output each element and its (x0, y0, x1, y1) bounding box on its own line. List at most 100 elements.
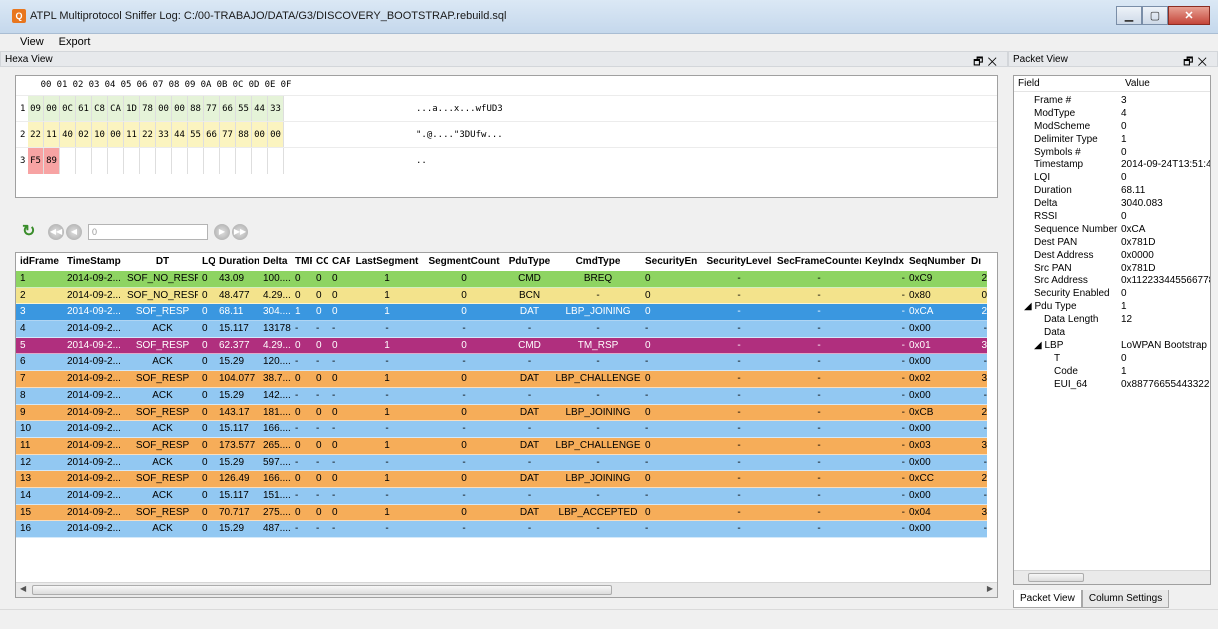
panel-float-close-icon[interactable]: 🗗✕ (1183, 53, 1211, 72)
packet-field-row[interactable]: Duration 68.11 (1014, 185, 1210, 198)
table-row[interactable]: 6 2014-09-2... ACK 0 15.29 120.... - - - - - - - - - - -… (16, 354, 987, 372)
table-row[interactable]: 9 2014-09-2... SOF_RESP 0 143.17 181.... 0 0 0 1 0… (16, 404, 987, 422)
hex-byte[interactable]: 66 (204, 122, 220, 148)
panel-float-close-icon[interactable]: 🗗✕ (973, 53, 1001, 72)
hex-byte[interactable]: 1D (124, 96, 140, 122)
packet-field-row[interactable]: Delimiter Type 1 (1014, 134, 1210, 147)
hex-byte[interactable] (92, 148, 108, 174)
hex-byte[interactable]: 44 (252, 96, 268, 122)
first-icon[interactable]: ◀◀ (48, 224, 64, 240)
frame-position-input[interactable]: 0 (88, 224, 208, 240)
hex-byte[interactable]: 55 (188, 122, 204, 148)
packet-field-row[interactable]: LQI 0 (1014, 172, 1210, 185)
packet-field-row[interactable]: T0 (1014, 353, 1210, 366)
packet-field-row[interactable]: Delta 3040.083 (1014, 198, 1210, 211)
hex-byte[interactable] (140, 148, 156, 174)
hex-byte[interactable] (172, 148, 188, 174)
hex-byte[interactable]: 09 (28, 96, 44, 122)
hex-byte[interactable]: 00 (252, 122, 268, 148)
hex-byte[interactable]: 88 (236, 122, 252, 148)
hex-byte[interactable]: 40 (60, 122, 76, 148)
column-header[interactable]: KeyIndx (861, 253, 905, 271)
packet-field-row[interactable]: Data Length 12 (1014, 314, 1210, 327)
packet-field-row[interactable]: Src Address 0x112233445566778 (1014, 275, 1210, 288)
minimize-button[interactable]: ▁ (1116, 6, 1142, 25)
hex-byte[interactable]: 61 (76, 96, 92, 122)
refresh-icon[interactable]: ↻ (22, 224, 38, 240)
table-row[interactable]: 12 2014-09-2... ACK 0 15.29 597.... - - - - - - - - - -… (16, 454, 987, 472)
hex-byte[interactable] (252, 148, 268, 174)
table-row[interactable]: 1 2014-09-2... SOF_NO_RESP 0 43.09 100.... 0 0 0… (16, 271, 987, 288)
table-row[interactable]: 13 2014-09-2... SOF_RESP 0 126.49 166.... 0 0 0 1… (16, 471, 987, 488)
scroll-right-icon[interactable]: ▶ (987, 584, 993, 593)
close-button[interactable]: ✕ (1168, 6, 1210, 25)
hex-byte[interactable] (188, 148, 204, 174)
column-header[interactable]: CmdType (551, 253, 641, 271)
hex-byte[interactable] (108, 148, 124, 174)
previous-icon[interactable]: ◀ (66, 224, 82, 240)
hex-byte[interactable] (220, 148, 236, 174)
hex-byte[interactable]: 77 (204, 96, 220, 122)
hex-byte[interactable]: C8 (92, 96, 108, 122)
table-row[interactable]: 5 2014-09-2... SOF_RESP 0 62.377 4.29... 0 0 0 1 0… (16, 337, 987, 355)
hex-byte[interactable] (236, 148, 252, 174)
packet-field-row[interactable]: ◢ LBP LoWPAN Bootstrap (1014, 340, 1210, 353)
packet-field-row[interactable]: Dest PAN 0x781D (1014, 237, 1210, 250)
hex-byte[interactable] (124, 148, 140, 174)
packet-field-row[interactable]: RSSI 0 (1014, 211, 1210, 224)
scroll-left-icon[interactable]: ◀ (20, 584, 26, 593)
column-header[interactable]: SeqNumber (905, 253, 967, 271)
hex-byte[interactable]: 89 (44, 148, 60, 174)
hex-byte[interactable]: 10 (92, 122, 108, 148)
table-row[interactable]: 15 2014-09-2... SOF_RESP 0 70.717 275.... 0 0 0 1… (16, 504, 987, 522)
column-header[interactable]: TMR (291, 253, 312, 271)
hex-byte[interactable]: 00 (172, 96, 188, 122)
table-row[interactable]: 11 2014-09-2... SOF_RESP 0 173.577 265.... 0 0 0… (16, 437, 987, 455)
column-header[interactable]: idFrame (16, 253, 63, 271)
table-row[interactable]: 16 2014-09-2... ACK 0 15.29 487.... - - - - - - - - - -… (16, 521, 987, 538)
hex-byte[interactable]: 00 (108, 122, 124, 148)
last-icon[interactable]: ▶▶ (232, 224, 248, 240)
hex-byte[interactable]: 77 (220, 122, 236, 148)
packet-field-row[interactable]: Data (1014, 327, 1210, 340)
packet-field-row[interactable]: Frame # 3 (1014, 95, 1210, 108)
table-row[interactable]: 2 2014-09-2... SOF_NO_RESP 0 48.477 4.29... 0 0… (16, 287, 987, 305)
packet-view-horizontal-scrollbar[interactable] (1014, 570, 1210, 584)
hex-byte[interactable] (76, 148, 92, 174)
hex-byte[interactable]: 00 (44, 96, 60, 122)
packet-field-row[interactable]: Sequence Number 0xCA (1014, 224, 1210, 237)
hex-byte[interactable]: 66 (220, 96, 236, 122)
hex-byte[interactable]: 02 (76, 122, 92, 148)
table-row[interactable]: 7 2014-09-2... SOF_RESP 0 104.077 38.7... 0 0 0 1… (16, 371, 987, 388)
packet-field-row[interactable]: Symbols # 0 (1014, 147, 1210, 160)
hex-byte[interactable]: CA (108, 96, 124, 122)
packet-field-row[interactable]: Dest Address 0x0000 (1014, 250, 1210, 263)
hex-byte[interactable]: 33 (268, 96, 284, 122)
column-header[interactable]: SecurityEn (641, 253, 701, 271)
packet-field-row[interactable]: Src PAN 0x781D (1014, 263, 1210, 276)
hex-byte[interactable] (60, 148, 76, 174)
column-header[interactable]: Delta (259, 253, 291, 271)
table-row[interactable]: 4 2014-09-2... ACK 0 15.117 13178- - - - - - - - - - -0… (16, 321, 987, 338)
hex-byte[interactable]: 44 (172, 122, 188, 148)
maximize-button[interactable]: ▢ (1142, 6, 1168, 25)
table-row[interactable]: 14 2014-09-2... ACK 0 15.117 151.... - - - - - - - - -… (16, 487, 987, 505)
hex-byte[interactable]: 11 (124, 122, 140, 148)
hex-byte[interactable] (204, 148, 220, 174)
table-row[interactable]: 10 2014-09-2... ACK 0 15.117 166.... - - - - - - - - -… (16, 421, 987, 438)
column-header[interactable]: SegmentCount (420, 253, 504, 271)
next-icon[interactable]: ▶ (214, 224, 230, 240)
hex-byte[interactable]: 11 (44, 122, 60, 148)
hex-byte[interactable]: 22 (140, 122, 156, 148)
column-header[interactable]: DT (123, 253, 198, 271)
hex-byte[interactable]: 78 (140, 96, 156, 122)
packet-field-row[interactable]: Code 1 (1014, 366, 1210, 379)
column-header[interactable]: PduType (504, 253, 551, 271)
hex-byte[interactable]: 55 (236, 96, 252, 122)
column-header[interactable]: LQI (198, 253, 215, 271)
column-header[interactable]: CAP (328, 253, 350, 271)
column-header[interactable]: SecurityLevel (701, 253, 773, 271)
tab-column-settings[interactable]: Column Settings (1081, 590, 1170, 608)
column-header[interactable]: TimeStamp (63, 253, 123, 271)
menu-view[interactable]: View (20, 34, 51, 51)
